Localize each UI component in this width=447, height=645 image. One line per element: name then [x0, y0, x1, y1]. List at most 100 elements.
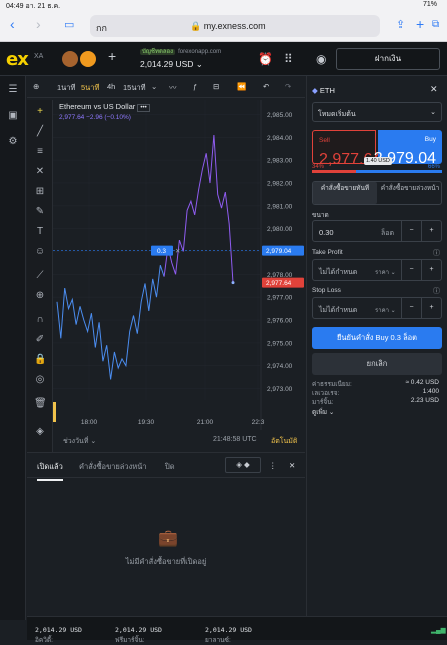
margin-label: มาร์จิ้น:	[312, 399, 334, 406]
sl-increase-button[interactable]: +	[421, 298, 441, 318]
redo-icon[interactable]: ↷	[285, 82, 291, 91]
timeframe-4h[interactable]: 4h	[107, 82, 115, 91]
pattern-icon[interactable]: ✕	[34, 166, 46, 177]
account-selector[interactable]: บัญชีทดลอง forexonapp.com 2,014.29 USD ⌄	[140, 46, 221, 70]
replay-icon[interactable]: ⏪	[237, 82, 246, 91]
close-panel-icon[interactable]: ✕	[289, 461, 295, 470]
tab-open[interactable]: เปิดแล้ว	[37, 461, 63, 481]
eye-icon[interactable]: ◎	[34, 374, 46, 385]
sl-unit-select[interactable]: ราคา ⌄	[375, 305, 396, 315]
fib-icon[interactable]: ⊞	[34, 186, 46, 197]
price-point	[64, 288, 65, 289]
tp-decrease-button[interactable]: −	[401, 260, 421, 280]
add-tab-icon[interactable]: +	[108, 48, 116, 64]
apps-grid-icon[interactable]: ⠿	[284, 52, 293, 66]
emoji-icon[interactable]: ☺	[34, 246, 46, 257]
lock-icon[interactable]: 🔒	[34, 354, 46, 365]
settings-icon[interactable]: ⚙	[7, 136, 19, 147]
price-point	[99, 322, 100, 323]
timeframe-1m[interactable]: 1นาที	[57, 82, 75, 94]
price-point	[60, 338, 61, 339]
more-options-icon[interactable]: ⋮	[269, 461, 277, 470]
tab-pending[interactable]: คำสั่งซื้อขายล่วงหน้า	[79, 461, 147, 473]
last-price-dot	[231, 281, 235, 285]
price-point	[148, 310, 149, 311]
tab-label: กก	[96, 23, 107, 33]
trendline-icon[interactable]: ╱	[34, 126, 46, 137]
ruler-icon[interactable]: ⟋	[34, 270, 46, 281]
pencil-lock-icon[interactable]: ✐	[34, 334, 46, 345]
back-icon[interactable]: ‹	[10, 16, 15, 32]
volume-increase-button[interactable]: +	[421, 221, 441, 241]
cancel-order-button[interactable]: ยกเลิก	[312, 353, 442, 375]
indicators-icon[interactable]: ƒ	[193, 82, 197, 91]
tab-market-order[interactable]: คำสั่งซื้อขายทันที	[313, 182, 377, 204]
profile-icon[interactable]: ◉	[316, 52, 326, 66]
confirm-order-button[interactable]: ยืนยันคำสั่ง Buy 0.3 ล็อต	[312, 327, 442, 349]
x-tick-label: 18:00	[81, 419, 98, 426]
trash-icon[interactable]: 🗑	[34, 398, 47, 409]
tab-pending-order[interactable]: คำสั่งซื้อขายล่วงหน้า	[379, 182, 441, 204]
symbol-tab-flag-icon[interactable]	[62, 51, 78, 67]
timeframe-15m[interactable]: 15นาที	[123, 82, 146, 94]
price-point	[102, 361, 103, 362]
volume-input[interactable]: 0.30 ล็อต − +	[312, 220, 442, 242]
crosshair-icon[interactable]: +	[34, 106, 46, 117]
brush-icon[interactable]: ✎	[34, 206, 46, 217]
volume-decrease-button[interactable]: −	[401, 221, 421, 241]
battery-indicator: 71%	[422, 1, 437, 8]
text-icon[interactable]: T	[34, 226, 46, 237]
sl-info-icon[interactable]: ⓘ	[433, 286, 440, 296]
chart-type-icon[interactable]: 〰	[169, 82, 177, 93]
tab-closed[interactable]: ปิด	[165, 461, 175, 473]
compare-icon[interactable]: ⊟	[213, 82, 219, 91]
sell-percent: 34%	[312, 164, 325, 170]
tp-info-icon[interactable]: ⓘ	[433, 248, 440, 258]
timeframe-dropdown-icon[interactable]: ⌄	[151, 82, 157, 91]
tabs-icon[interactable]: ⧉	[432, 19, 439, 30]
deposit-button[interactable]: ฝากเงิน	[336, 48, 440, 70]
new-tab-icon[interactable]: +	[416, 16, 424, 32]
alarm-icon[interactable]: ⏰	[258, 52, 273, 66]
close-order-panel-icon[interactable]: ✕	[430, 84, 438, 95]
layers-icon[interactable]: ◈	[34, 426, 46, 437]
leverage-value: 1:400	[422, 388, 439, 395]
add-indicator-icon[interactable]: ⊕	[33, 82, 39, 91]
order-mode-select[interactable]: โหมดเริ่มต้น ⌄	[312, 102, 442, 122]
timeframe-5m[interactable]: 5นาที	[81, 82, 99, 94]
tp-unit-select[interactable]: ราคา ⌄	[375, 267, 396, 277]
symbol-tab-btc-icon[interactable]	[80, 51, 96, 67]
x-tick-label: 21:00	[197, 419, 214, 426]
sl-decrease-button[interactable]: −	[401, 298, 421, 318]
price-point	[106, 345, 107, 346]
stop-loss-input[interactable]: ไม่ได้กำหนด ราคา ⌄ − +	[312, 297, 442, 319]
book-icon[interactable]: ▭	[64, 18, 74, 31]
forward-icon[interactable]: ›	[36, 16, 41, 32]
auto-scale-button[interactable]: อัตโนมัติ	[271, 436, 297, 447]
position-close-icon[interactable]: ✕	[175, 248, 180, 255]
magnet-icon[interactable]: ∩	[34, 314, 46, 325]
legend-more-icon[interactable]: •••	[137, 104, 150, 112]
undo-icon[interactable]: ↶	[263, 82, 269, 91]
price-point	[122, 358, 123, 359]
price-point	[187, 210, 188, 211]
address-bar[interactable]: กก 🔒 my.exness.com	[90, 15, 380, 37]
x-tick-label: 19:30	[138, 419, 155, 426]
zoom-in-icon[interactable]: ⊕	[34, 290, 46, 301]
view-toggle-icon[interactable]: ◈ ◆	[225, 457, 261, 473]
take-profit-input[interactable]: ไม่ได้กำหนด ราคา ⌄ − +	[312, 259, 442, 281]
price-point	[221, 208, 222, 209]
briefcase-icon: 💼	[158, 530, 178, 547]
symbol-tab-xau[interactable]: XA	[34, 53, 43, 60]
menu-icon[interactable]: ☰	[7, 84, 19, 95]
share-icon[interactable]: ⇪	[396, 18, 405, 31]
calendar-icon[interactable]: ▣	[7, 110, 19, 121]
price-chart[interactable]: 2,985.00 2,984.00 2,983.00 2,982.00 2,981.00…	[53, 100, 305, 430]
date-range-button[interactable]: ช่วงวันที่ ⌄	[63, 436, 96, 447]
time-scroll-handle[interactable]	[53, 402, 56, 422]
more-details-link[interactable]: ดูเพิ่ม ⌄	[312, 407, 334, 417]
tp-increase-button[interactable]: +	[421, 260, 441, 280]
balance-item: ยาลานซ์: 2,014.29 USD	[205, 626, 252, 644]
horizontal-lines-icon[interactable]: ≡	[34, 146, 46, 157]
take-profit-label: Take Profit	[312, 249, 343, 256]
